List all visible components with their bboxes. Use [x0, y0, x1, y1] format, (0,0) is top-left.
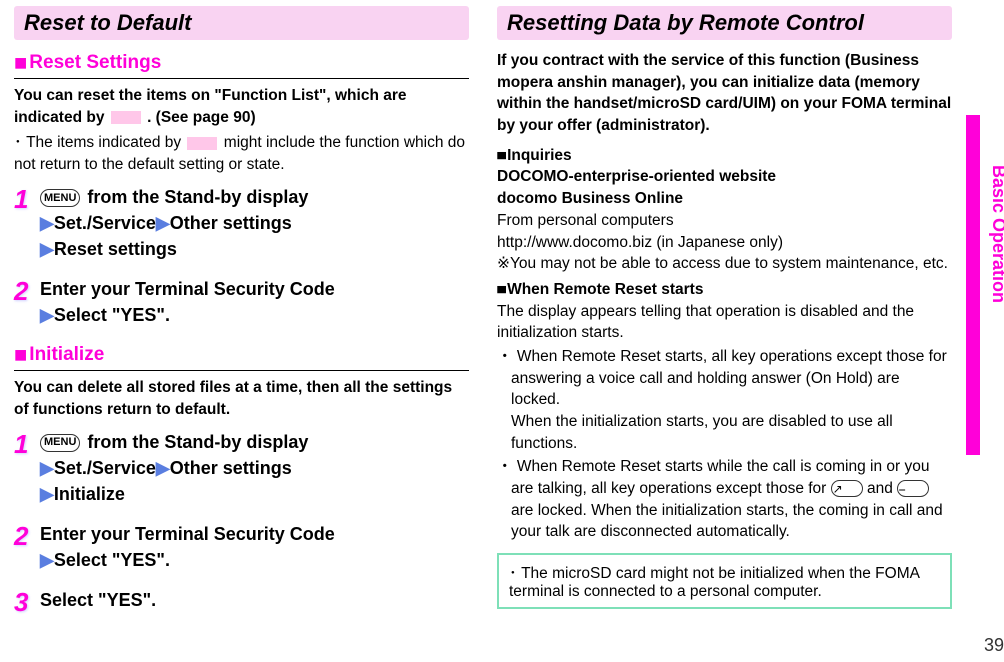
- side-tab-area: Basic Operation 39: [966, 0, 1004, 662]
- square-marker-icon: ■: [14, 342, 27, 368]
- step-number: 2: [14, 521, 40, 573]
- bullet-1: ・ When Remote Reset starts, all key oper…: [497, 346, 952, 454]
- reset-intro: You can reset the items on "Function Lis…: [14, 85, 469, 128]
- note-box: ･ The microSD card might not be initiali…: [497, 553, 952, 609]
- square-marker-icon: ■: [496, 145, 507, 166]
- txt-c: Other settings: [170, 458, 292, 478]
- when-body: The display appears telling that operati…: [497, 301, 952, 344]
- bullet: ･: [14, 134, 22, 151]
- reset-note: ･ The items indicated by might include t…: [14, 132, 469, 175]
- txt-a: from the Stand-by display: [82, 187, 308, 207]
- step-1: 1 MENU from the Stand-by display ▶Set./S…: [14, 184, 469, 262]
- step-text: MENU from the Stand-by display ▶Set./Ser…: [40, 184, 469, 262]
- inquiries-heading: ■Inquiries: [497, 145, 952, 167]
- when-label: When Remote Reset starts: [507, 281, 703, 298]
- highlight-box-icon: [111, 111, 141, 124]
- bullet1-a: When Remote Reset starts, all key operat…: [511, 348, 947, 408]
- note-text: You may not be able to access due to sys…: [510, 253, 948, 275]
- notebox-text: The microSD card might not be initialize…: [509, 565, 919, 600]
- note-mark: ※: [497, 255, 510, 272]
- step-text: MENU from the Stand-by display ▶Set./Ser…: [40, 429, 469, 507]
- chevron-icon: ▶: [40, 484, 54, 504]
- step-text: Enter your Terminal Security Code ▶Selec…: [40, 521, 469, 573]
- step-number: 3: [14, 587, 40, 618]
- highlight-box-icon: [187, 137, 217, 150]
- txt-a: Enter your Terminal Security Code: [40, 524, 335, 544]
- bullet: ･: [509, 565, 517, 582]
- square-marker-icon: ■: [496, 279, 507, 300]
- square-marker-icon: ■: [14, 50, 27, 76]
- chevron-icon: ▶: [156, 458, 170, 478]
- inquiries-note: ※You may not be able to access due to sy…: [497, 253, 952, 275]
- step-text: Select "YES".: [40, 587, 469, 618]
- section-bar-reset-default: Reset to Default: [14, 6, 469, 40]
- menu-key-icon: MENU: [40, 189, 80, 207]
- step-2: 2 Enter your Terminal Security Code ▶Sel…: [14, 276, 469, 328]
- section-title: Reset to Default: [24, 10, 191, 35]
- chevron-icon: ▶: [40, 550, 54, 570]
- chevron-icon: ▶: [40, 239, 54, 259]
- txt-b: Select "YES".: [54, 305, 170, 325]
- inquiries-label: Inquiries: [507, 147, 572, 164]
- txt-a: from the Stand-by display: [82, 432, 308, 452]
- chevron-icon: ▶: [40, 213, 54, 233]
- section-title: Resetting Data by Remote Control: [507, 10, 864, 35]
- bullet-mark: ・: [497, 458, 513, 475]
- txt-d: Reset settings: [54, 239, 177, 259]
- step-text: Enter your Terminal Security Code ▶Selec…: [40, 276, 469, 328]
- step-number: 1: [14, 184, 40, 262]
- call-key-icon: ↗: [831, 480, 863, 497]
- intro-b: . (See page 90): [147, 109, 256, 126]
- tab-label: Basic Operation: [988, 165, 1004, 303]
- bullet2-b: are locked. When the initialization star…: [511, 502, 943, 541]
- chevron-icon: ▶: [40, 458, 54, 478]
- txt-b: Set./Service: [54, 213, 156, 233]
- section-bar-remote: Resetting Data by Remote Control: [497, 6, 952, 40]
- end-key-icon: ⎯: [897, 480, 929, 497]
- tab-indicator: [966, 115, 980, 455]
- heading-text: Initialize: [29, 344, 104, 366]
- txt-b: Select "YES".: [54, 550, 170, 570]
- note-a: The items indicated by: [26, 134, 185, 151]
- reset-settings-block: ■ Reset Settings You can reset the items…: [14, 50, 469, 328]
- when-heading: ■When Remote Reset starts: [497, 279, 952, 301]
- bullet-2: ・ When Remote Reset starts while the cal…: [497, 456, 952, 543]
- left-column: Reset to Default ■ Reset Settings You ca…: [0, 0, 483, 662]
- remote-intro: If you contract with the service of this…: [497, 50, 952, 137]
- txt-d: Initialize: [54, 484, 125, 504]
- step-3: 3 Select "YES".: [14, 587, 469, 618]
- inquiries-sub: docomo Business Online: [497, 188, 952, 210]
- initialize-steps: 1 MENU from the Stand-by display ▶Set./S…: [14, 429, 469, 618]
- menu-key-icon: MENU: [40, 434, 80, 452]
- heading-text: Reset Settings: [29, 52, 161, 74]
- step-number: 1: [14, 429, 40, 507]
- initialize-intro: You can delete all stored files at a tim…: [14, 377, 469, 420]
- reset-steps: 1 MENU from the Stand-by display ▶Set./S…: [14, 184, 469, 328]
- right-column: Resetting Data by Remote Control If you …: [483, 0, 966, 662]
- bullet1-b: When the initialization starts, you are …: [511, 411, 952, 454]
- inquiries-title: DOCOMO-enterprise-oriented website: [497, 166, 952, 188]
- page-number: 39: [984, 635, 1004, 656]
- inquiries-url: http://www.docomo.biz (in Japanese only): [497, 232, 952, 254]
- initialize-block: ■ Initialize You can delete all stored f…: [14, 342, 469, 618]
- bullet-mark: ・: [497, 348, 513, 365]
- inquiries-from: From personal computers: [497, 210, 952, 232]
- initialize-heading: ■ Initialize: [14, 342, 469, 371]
- step-2: 2 Enter your Terminal Security Code ▶Sel…: [14, 521, 469, 573]
- step-number: 2: [14, 276, 40, 328]
- chevron-icon: ▶: [40, 305, 54, 325]
- step-1: 1 MENU from the Stand-by display ▶Set./S…: [14, 429, 469, 507]
- txt-c: Other settings: [170, 213, 292, 233]
- txt-a: Enter your Terminal Security Code: [40, 279, 335, 299]
- txt-b: Set./Service: [54, 458, 156, 478]
- bullet2-and: and: [867, 480, 897, 497]
- reset-settings-heading: ■ Reset Settings: [14, 50, 469, 79]
- chevron-icon: ▶: [156, 213, 170, 233]
- txt-a: Select "YES".: [40, 590, 156, 610]
